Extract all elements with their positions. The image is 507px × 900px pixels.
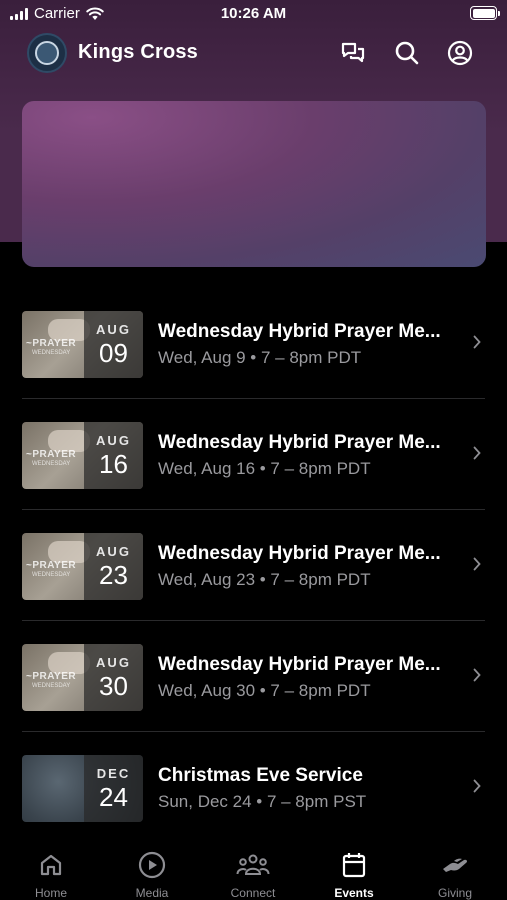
event-datetime: Sun, Dec 24 • 7 – 8pm PST [158, 792, 367, 811]
tab-events[interactable]: Events [306, 850, 402, 900]
event-day: 30 [99, 671, 128, 701]
event-title: Wednesday Hybrid Prayer Me... [158, 543, 441, 564]
chevron-right-icon [473, 668, 481, 682]
chevron-right-icon [473, 557, 481, 571]
event-thumbnail: DEC 24 [22, 755, 143, 822]
hand-icon [443, 858, 468, 872]
event-thumbnail: ~PRAYER WEDNESDAY AUG 09 [22, 311, 143, 378]
event-thumbnail: ~PRAYER WEDNESDAY AUG 30 [22, 644, 143, 711]
profile-icon[interactable] [445, 38, 475, 68]
featured-banner[interactable] [22, 101, 486, 267]
event-datetime: Wed, Aug 30 • 7 – 8pm PDT [158, 681, 371, 700]
event-day: 16 [99, 449, 128, 479]
event-month: AUG [96, 655, 131, 670]
date-badge: AUG 09 [84, 311, 143, 378]
event-title: Wednesday Hybrid Prayer Me... [158, 432, 441, 453]
date-badge: DEC 24 [84, 755, 143, 822]
tab-giving[interactable]: Giving [407, 850, 503, 900]
tab-label: Giving [437, 886, 472, 900]
event-datetime: Wed, Aug 16 • 7 – 8pm PDT [158, 459, 371, 478]
tab-connect[interactable]: Connect [205, 850, 301, 900]
app-title: Kings Cross [78, 41, 199, 63]
date-badge: AUG 16 [84, 422, 143, 489]
tab-label: Connect [230, 886, 276, 900]
search-icon[interactable] [392, 38, 422, 68]
date-badge: AUG 23 [84, 533, 143, 600]
chevron-right-icon [473, 779, 481, 793]
tab-media[interactable]: Media [104, 850, 200, 900]
status-time: 10:26 AM [220, 5, 287, 22]
tab-label: Media [135, 886, 169, 900]
church-logo[interactable] [27, 33, 67, 73]
chevron-right-icon [473, 335, 481, 349]
event-day: 09 [99, 338, 128, 368]
chevron-right-icon [473, 446, 481, 460]
play-icon [138, 851, 166, 879]
event-title: Wednesday Hybrid Prayer Me... [158, 654, 441, 675]
messages-icon[interactable] [338, 38, 368, 68]
event-day: 24 [99, 782, 128, 812]
event-row[interactable]: ~PRAYER WEDNESDAY AUG 16 Wednesday Hybrid… [0, 399, 507, 510]
tab-bar: Home Media Connect Events Giving [0, 836, 507, 900]
event-month: AUG [96, 433, 131, 448]
date-badge: AUG 30 [84, 644, 143, 711]
event-row[interactable]: ~PRAYER WEDNESDAY AUG 23 Wednesday Hybrid… [0, 510, 507, 621]
app-header: Kings Cross [0, 30, 507, 76]
event-datetime: Wed, Aug 9 • 7 – 8pm PDT [158, 348, 362, 367]
event-datetime: Wed, Aug 23 • 7 – 8pm PDT [158, 570, 371, 589]
event-month: AUG [96, 322, 131, 337]
event-title: Wednesday Hybrid Prayer Me... [158, 321, 441, 342]
event-title: Christmas Eve Service [158, 765, 363, 786]
event-row[interactable]: ~PRAYER WEDNESDAY AUG 30 Wednesday Hybrid… [0, 621, 507, 732]
event-list: ~PRAYER WEDNESDAY AUG 09 Wednesday Hybrid… [0, 288, 507, 843]
event-row[interactable]: ~PRAYER WEDNESDAY AUG 09 Wednesday Hybrid… [0, 288, 507, 399]
event-month: AUG [96, 544, 131, 559]
status-bar: Carrier 10:26 AM [0, 0, 507, 28]
event-thumbnail: ~PRAYER WEDNESDAY AUG 23 [22, 533, 143, 600]
tab-home[interactable]: Home [3, 850, 99, 900]
home-icon [40, 854, 62, 876]
calendar-icon [342, 853, 366, 878]
event-thumbnail: ~PRAYER WEDNESDAY AUG 16 [22, 422, 143, 489]
event-row[interactable]: DEC 24 Christmas Eve Service Sun, Dec 24… [0, 732, 507, 843]
event-day: 23 [99, 560, 128, 590]
event-month: DEC [96, 766, 131, 781]
tab-label: Home [34, 886, 67, 900]
people-icon [236, 854, 270, 875]
battery-icon [470, 6, 500, 20]
tab-label: Events [334, 886, 374, 900]
